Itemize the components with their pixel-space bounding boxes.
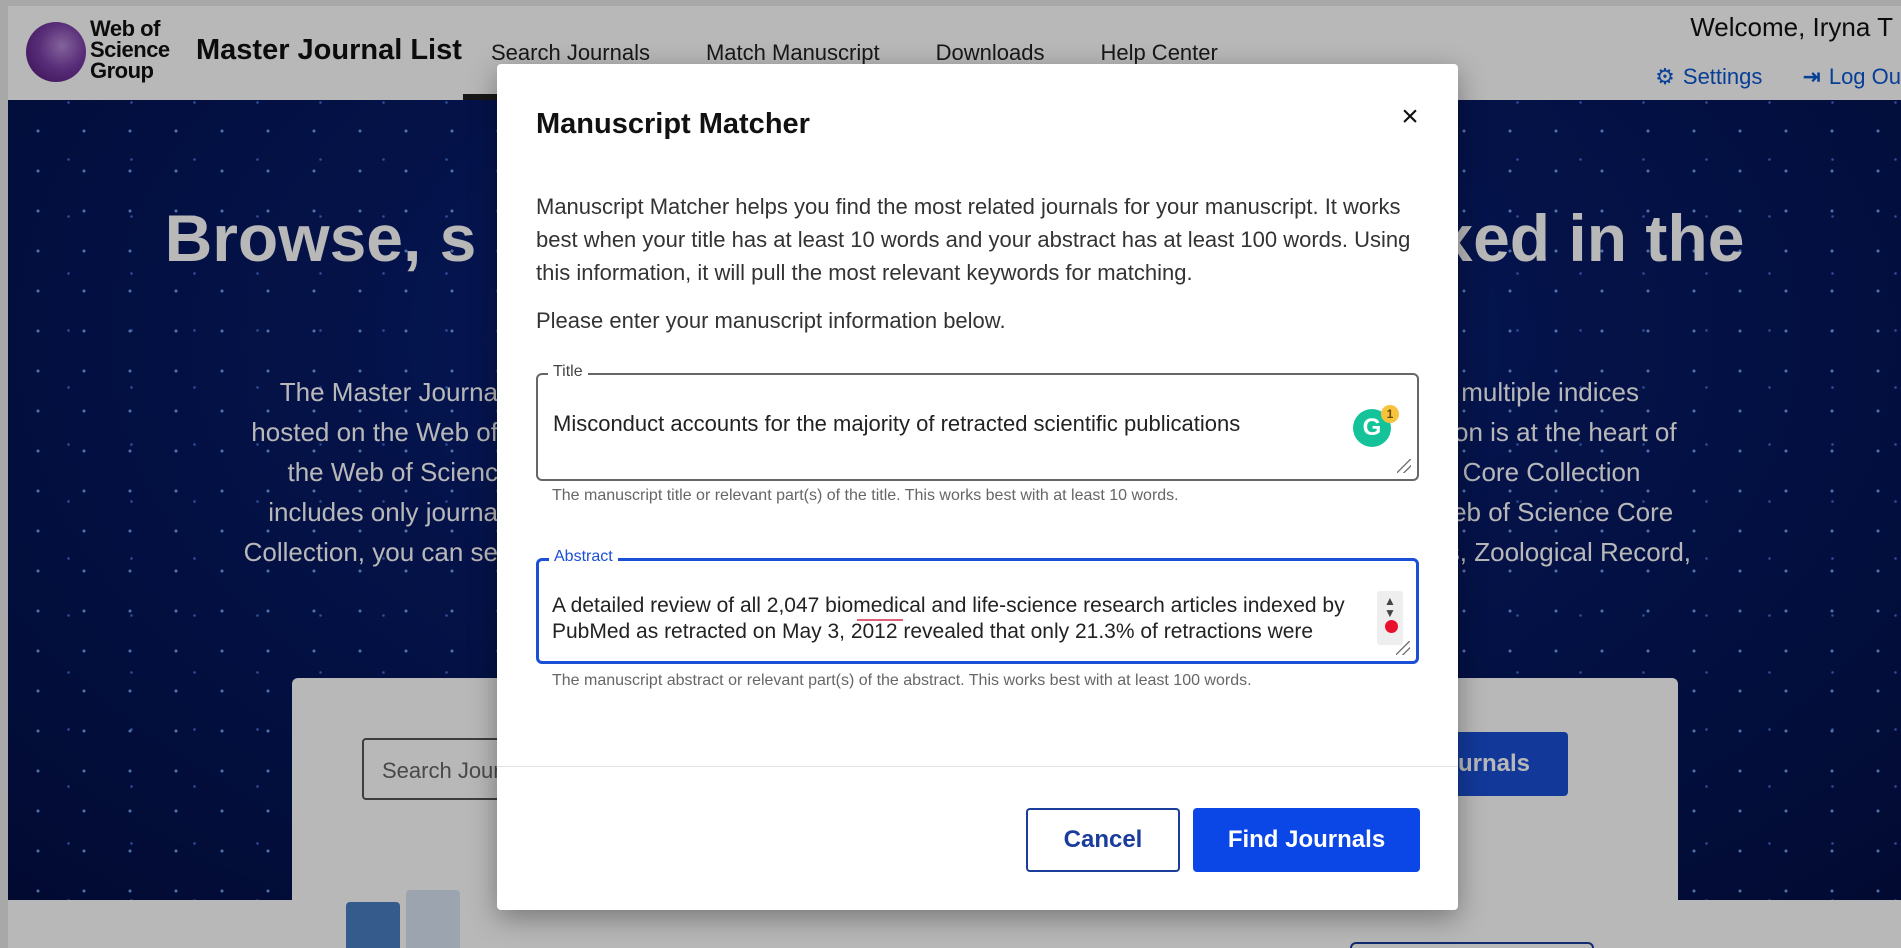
dialog-divider xyxy=(497,766,1458,767)
abstract-field[interactable]: Abstract A detailed review of all 2,047 … xyxy=(536,548,1419,664)
find-journals-button[interactable]: Find Journals xyxy=(1193,808,1420,872)
textarea-scrollbar[interactable]: ▲ ▼ xyxy=(1377,591,1403,645)
abstract-field-label: Abstract xyxy=(549,548,618,566)
title-helper-text: The manuscript title or relevant part(s)… xyxy=(552,487,1179,504)
title-field-label: Title xyxy=(548,363,588,381)
spellcheck-underline xyxy=(857,619,903,621)
cancel-button[interactable]: Cancel xyxy=(1026,808,1180,872)
instruction-text: Please enter your manuscript information… xyxy=(536,308,1006,333)
title-field[interactable]: Title Misconduct accounts for the majori… xyxy=(536,363,1419,481)
close-icon[interactable]: × xyxy=(1393,100,1427,134)
resize-handle-icon[interactable] xyxy=(1396,641,1410,655)
spellcheck-indicator-icon[interactable] xyxy=(1385,620,1398,633)
manuscript-matcher-dialog: Manuscript Matcher × Manuscript Matcher … xyxy=(497,64,1458,910)
abstract-textarea[interactable]: A detailed review of all 2,047 biomedica… xyxy=(552,593,1372,651)
title-textarea[interactable]: Misconduct accounts for the majority of … xyxy=(553,411,1343,471)
intro-text: Manuscript Matcher helps you find the mo… xyxy=(536,194,1411,285)
abstract-helper-text: The manuscript abstract or relevant part… xyxy=(552,672,1252,689)
scroll-down-icon[interactable]: ▼ xyxy=(1384,607,1396,619)
dialog-title: Manuscript Matcher xyxy=(536,108,810,140)
grammarly-count-badge: 1 xyxy=(1381,405,1399,423)
resize-handle-icon[interactable] xyxy=(1397,459,1411,473)
